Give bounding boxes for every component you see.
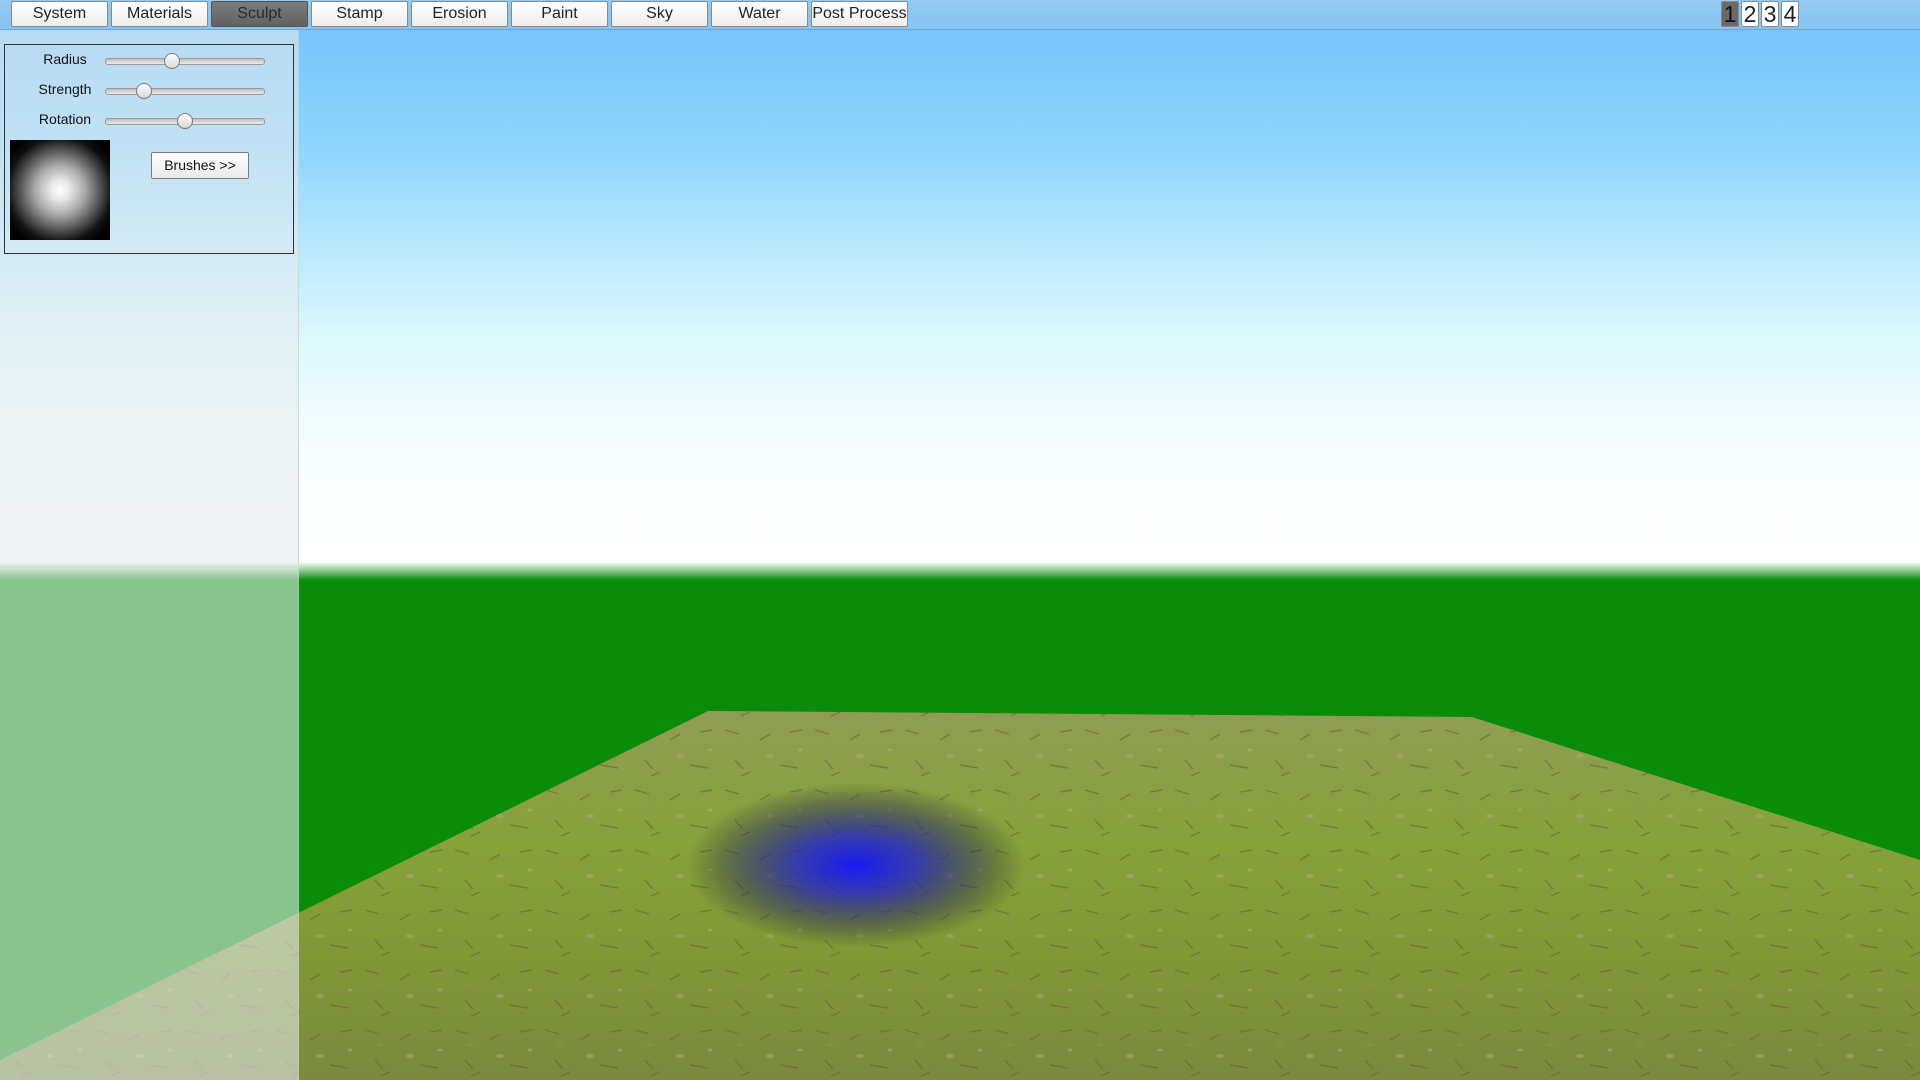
- tab-system[interactable]: System: [11, 1, 108, 27]
- tab-sky[interactable]: Sky: [611, 1, 708, 27]
- sculpt-side-panel: Radius Strength Rotation Brushes >>: [0, 30, 299, 1080]
- view-button-4[interactable]: 4: [1781, 1, 1799, 27]
- brush-preview-image[interactable]: [10, 140, 110, 240]
- tab-sculpt[interactable]: Sculpt: [211, 1, 308, 27]
- rotation-slider[interactable]: [105, 113, 265, 129]
- strength-slider-thumb[interactable]: [135, 83, 152, 99]
- tab-materials[interactable]: Materials: [111, 1, 208, 27]
- rotation-slider-thumb[interactable]: [177, 113, 193, 129]
- tab-water[interactable]: Water: [711, 1, 808, 27]
- tab-post-process[interactable]: Post Process: [811, 1, 908, 27]
- radius-slider-thumb[interactable]: [164, 53, 181, 69]
- view-button-2[interactable]: 2: [1741, 1, 1759, 27]
- tab-paint[interactable]: Paint: [511, 1, 608, 27]
- brushes-button[interactable]: Brushes >>: [151, 152, 249, 179]
- rotation-label: Rotation: [38, 111, 92, 127]
- top-toolbar: System Materials Sculpt Stamp Erosion Pa…: [0, 0, 1920, 30]
- brush-cursor-indicator: [686, 783, 1026, 947]
- strength-slider[interactable]: [105, 83, 265, 99]
- tab-erosion[interactable]: Erosion: [411, 1, 508, 27]
- tab-stamp[interactable]: Stamp: [311, 1, 408, 27]
- radius-slider[interactable]: [105, 53, 265, 69]
- view-button-3[interactable]: 3: [1761, 1, 1779, 27]
- radius-label: Radius: [43, 51, 87, 67]
- strength-label: Strength: [38, 81, 92, 97]
- view-button-1[interactable]: 1: [1721, 1, 1739, 27]
- brush-settings-group: Radius Strength Rotation Brushes >>: [4, 44, 294, 254]
